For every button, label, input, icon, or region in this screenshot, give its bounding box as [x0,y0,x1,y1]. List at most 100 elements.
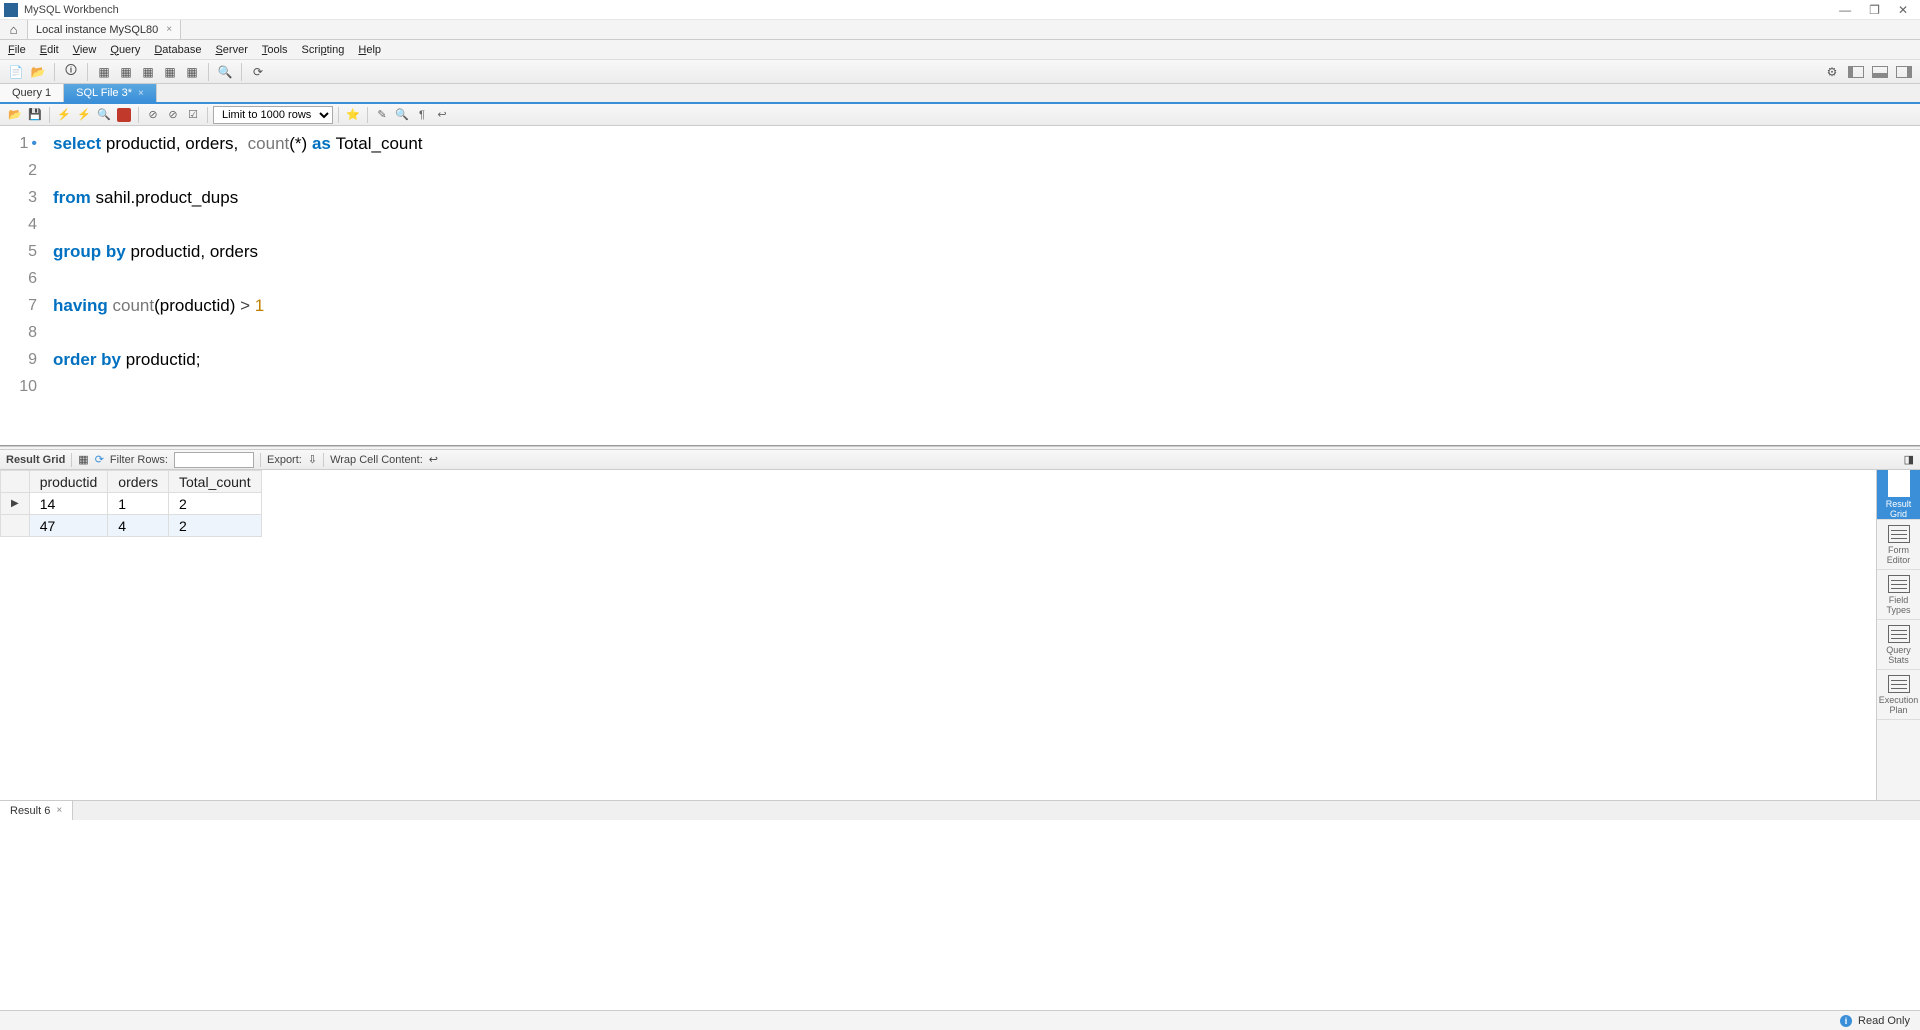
table-header-row: productid orders Total_count [1,471,262,493]
close-button[interactable]: ✕ [1898,3,1908,17]
search-table-data-button[interactable]: 🔍 [215,62,235,82]
explain-button[interactable]: 🔍 [95,106,113,124]
execute-button[interactable]: ⚡ [55,106,73,124]
menu-view[interactable]: View [73,44,97,56]
toggle-invisible-button[interactable]: ¶ [413,106,431,124]
row-header [1,515,30,537]
menu-file[interactable]: File [8,44,26,56]
toggle-right-panel-button[interactable] [1894,62,1914,82]
commit-button[interactable]: ⊘ [144,106,162,124]
sql-editor[interactable]: 1 2 3 4 5 6 7 8 9 10 select productid, o… [0,126,1920,446]
result-tab-label: Result 6 [10,805,50,817]
result-tab-bar: Result 6 × [0,800,1920,820]
column-header[interactable]: productid [29,471,108,493]
favorite-button[interactable]: ⭐ [344,106,362,124]
home-button[interactable]: ⌂ [0,20,28,39]
menu-edit[interactable]: Edit [40,44,59,56]
column-header[interactable]: Total_count [168,471,261,493]
toggle-left-panel-button[interactable] [1846,62,1866,82]
find-button[interactable]: 🔍 [393,106,411,124]
table-row[interactable]: 47 4 2 [1,515,262,537]
grid-view-icon[interactable]: ▦ [78,453,88,466]
side-tab-query-stats[interactable]: Query Stats [1877,620,1920,670]
toggle-bottom-panel-button[interactable] [1870,62,1890,82]
export-icon[interactable]: ⇩ [308,453,317,466]
side-tab-execution-plan[interactable]: Execution Plan [1877,670,1920,720]
beautify-button[interactable]: ✎ [373,106,391,124]
field-types-icon [1888,575,1910,593]
menu-bar: File Edit View Query Database Server Too… [0,40,1920,60]
new-sql-tab-button[interactable]: 📄 [6,62,26,82]
create-procedure-button[interactable]: ▦ [160,62,180,82]
title-bar: MySQL Workbench — ❐ ✕ [0,0,1920,20]
connection-tab-label: Local instance MySQL80 [36,24,158,36]
result-grid[interactable]: productid orders Total_count ▶ 14 1 2 47… [0,470,1876,800]
create-function-button[interactable]: ▦ [182,62,202,82]
result-area: productid orders Total_count ▶ 14 1 2 47… [0,470,1920,800]
menu-tools[interactable]: Tools [262,44,288,56]
info-icon: i [1840,1015,1852,1027]
menu-database[interactable]: Database [154,44,201,56]
side-tab-field-types[interactable]: Field Types [1877,570,1920,620]
create-table-button[interactable]: ▦ [116,62,136,82]
form-icon [1888,525,1910,543]
wrap-toggle-icon[interactable]: ↩ [429,453,438,466]
menu-scripting[interactable]: Scripting [302,44,345,56]
filter-rows-input[interactable] [174,452,254,468]
query-tab-label: SQL File 3* [76,87,132,99]
limit-rows-dropdown[interactable]: Limit to 1000 rows [213,106,333,124]
query-tab-label: Query 1 [12,87,51,99]
line-gutter: 1 2 3 4 5 6 7 8 9 10 [0,126,45,445]
row-pointer-icon: ▶ [1,493,30,515]
stop-button[interactable] [115,106,133,124]
wrap-label: Wrap Cell Content: [330,454,423,466]
result-side-panel: Result Grid Form Editor Field Types Quer… [1876,470,1920,800]
editor-toolbar: 📂 💾 ⚡ ⚡ 🔍 ⊘ ⊘ ☑ Limit to 1000 rows ⭐ ✎ 🔍… [0,104,1920,126]
menu-server[interactable]: Server [215,44,247,56]
close-icon[interactable]: × [56,805,62,816]
side-tab-result-grid[interactable]: Result Grid [1877,470,1920,520]
minimize-button[interactable]: — [1839,3,1851,17]
result-grid-label: Result Grid [6,454,65,466]
export-label: Export: [267,454,302,466]
column-header[interactable]: orders [108,471,169,493]
menu-query[interactable]: Query [110,44,140,56]
autocommit-button[interactable]: ☑ [184,106,202,124]
maximize-button[interactable]: ❐ [1869,3,1880,17]
create-schema-button[interactable]: ▦ [94,62,114,82]
side-tab-form-editor[interactable]: Form Editor [1877,520,1920,570]
app-icon [4,3,18,17]
query-tab-bar: Query 1 SQL File 3* × [0,84,1920,104]
settings-icon[interactable]: ⚙ [1822,62,1842,82]
reconnect-button[interactable]: ⟳ [248,62,268,82]
result-tab[interactable]: Result 6 × [0,801,73,820]
status-bar: i Read Only [0,1010,1920,1030]
query-tab-2[interactable]: SQL File 3* × [64,84,157,102]
query-tab-1[interactable]: Query 1 [0,84,64,102]
close-icon[interactable]: × [138,88,144,99]
menu-help[interactable]: Help [358,44,381,56]
toggle-panel-icon[interactable]: ◨ [1904,453,1914,466]
main-toolbar: 📄 📂 🛈 ▦ ▦ ▦ ▦ ▦ 🔍 ⟳ ⚙ [0,60,1920,84]
save-file-button[interactable]: 💾 [26,106,44,124]
connection-tab[interactable]: Local instance MySQL80 × [28,20,181,39]
open-file-button[interactable]: 📂 [6,106,24,124]
refresh-icon[interactable]: ⟳ [95,453,104,466]
rollback-button[interactable]: ⊘ [164,106,182,124]
code-area[interactable]: select productid, orders, count(*) as To… [45,126,1920,445]
read-only-label: Read Only [1858,1015,1910,1027]
plan-icon [1888,675,1910,693]
connection-tab-bar: ⌂ Local instance MySQL80 × [0,20,1920,40]
close-icon[interactable]: × [166,24,172,35]
wrap-button[interactable]: ↩ [433,106,451,124]
app-title: MySQL Workbench [24,4,119,16]
open-sql-button[interactable]: 📂 [28,62,48,82]
filter-rows-label: Filter Rows: [110,454,168,466]
result-toolbar: Result Grid ▦ ⟳ Filter Rows: Export: ⇩ W… [0,450,1920,470]
execute-current-button[interactable]: ⚡ [75,106,93,124]
inspector-button[interactable]: 🛈 [61,62,81,82]
table-row[interactable]: ▶ 14 1 2 [1,493,262,515]
grid-icon [1888,470,1910,497]
stats-icon [1888,625,1910,643]
create-view-button[interactable]: ▦ [138,62,158,82]
